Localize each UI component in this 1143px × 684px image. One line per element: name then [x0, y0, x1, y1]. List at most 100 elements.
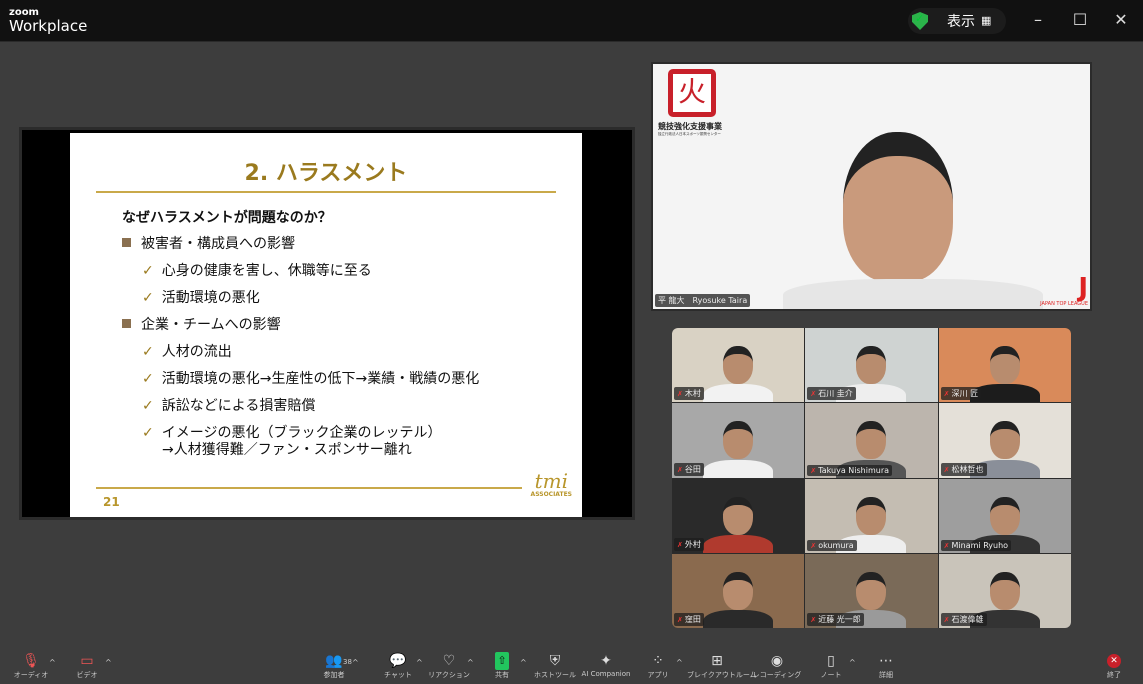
mic-muted-icon: ✗	[810, 466, 817, 475]
participant-face	[856, 421, 887, 460]
options-caret-icon[interactable]: ^	[849, 658, 856, 667]
slide-bullet: →人材獲得難／ファン・スポンサー離れ	[162, 442, 412, 458]
check-icon: ✓	[142, 425, 154, 441]
breakout-rooms-icon: ⊞	[711, 653, 723, 669]
participant-body	[703, 534, 774, 553]
participant-name: ✗ 木村	[674, 387, 704, 401]
title-bar: zoom Workplace 表示 ▦ – ☐ ✕	[0, 0, 1143, 42]
options-caret-icon[interactable]: ^	[352, 658, 359, 667]
check-icon: ✓	[142, 290, 154, 306]
participant-count: 38	[343, 658, 352, 666]
participant-body	[703, 459, 774, 478]
mic-muted-icon: ✗	[943, 465, 950, 474]
participant-face	[723, 421, 754, 460]
jsc-logo: ⽕	[668, 69, 716, 117]
more-button[interactable]: ⋯ 詳細	[856, 652, 916, 680]
participant-face	[989, 421, 1020, 460]
options-caret-icon[interactable]: ^	[676, 658, 683, 667]
end-icon: ✕	[1107, 654, 1121, 668]
end-button[interactable]: ✕ 終了	[1084, 652, 1143, 680]
shared-screen: 2. ハラスメント なぜハラスメントが問題なのか？ 被害者・構成員への影響 ✓ 心身…	[19, 127, 635, 520]
bg-logo-text: 競技強化支援事業	[658, 122, 722, 131]
share-icon: ⇧	[495, 652, 509, 670]
speaker-face	[843, 132, 953, 282]
participant-tile[interactable]: ✗ 石川 圭介	[805, 328, 938, 403]
active-speaker-video[interactable]: ⽕ 競技強化支援事業 独立行政法人日本スポーツ振興センター J JAPAN TOP…	[651, 62, 1092, 311]
mic-muted-icon: ✗	[810, 541, 817, 550]
participant-name: ✗ Takuya Nishimura	[807, 464, 893, 476]
participant-name: ✗ 外村	[674, 537, 704, 551]
slide-question: なぜハラスメントが問題なのか？	[122, 210, 332, 226]
participant-face	[989, 346, 1020, 384]
participant-face	[723, 496, 754, 535]
participant-body	[703, 610, 774, 628]
mic-muted-icon: ✗	[677, 616, 683, 624]
participant-tile[interactable]: ✗ 松林哲也	[938, 403, 1071, 478]
ai-companion-button[interactable]: ✦ AI Companion	[576, 652, 636, 678]
check-icon: ✓	[142, 344, 154, 360]
mic-muted-icon: ✗	[677, 465, 683, 474]
participant-tile[interactable]: ✗ Minami Ryuho	[938, 478, 1071, 553]
participant-name: ✗ 窪田	[674, 613, 704, 626]
options-caret-icon[interactable]: ^	[105, 658, 112, 667]
slide-bullet: ✓ 活動環境の悪化	[142, 290, 260, 306]
mic-muted-icon: ✗	[943, 616, 950, 624]
mic-muted-icon: ✗	[943, 541, 950, 550]
slide-bullet: ✓ 活動環境の悪化→生産性の低下→業績・戦績の悪化	[142, 371, 480, 387]
participant-face	[856, 496, 887, 535]
participant-name: ✗ 深川 匠	[940, 387, 982, 401]
participant-face	[856, 346, 887, 384]
participant-face	[989, 571, 1020, 610]
grid-icon[interactable]: ▦	[981, 14, 991, 27]
close-button[interactable]: ✕	[1109, 10, 1133, 29]
presentation-slide: 2. ハラスメント なぜハラスメントが問題なのか？ 被害者・構成員への影響 ✓ 心身…	[70, 133, 582, 517]
page-number: 21	[103, 495, 120, 509]
participant-name: ✗ 近藤 光一郎	[807, 613, 864, 626]
slide-bullet: ✓ 訴訟などによる損害賠償	[142, 398, 316, 414]
participant-tile[interactable]: ✗ okumura	[805, 478, 938, 553]
participant-tile[interactable]: ✗ 窪田	[672, 553, 805, 628]
check-icon: ✓	[142, 398, 154, 414]
participant-tile[interactable]: ✗ 石渡偉雄	[938, 553, 1071, 628]
participant-tile[interactable]: ✗ 谷田	[672, 403, 805, 478]
participant-face	[723, 346, 754, 384]
recording-button[interactable]: ◉ レコーディング	[747, 652, 807, 680]
mic-muted-icon: ✗	[810, 390, 817, 399]
check-icon: ✓	[142, 263, 154, 279]
slide-bullet: ✓ 人材の流出	[142, 344, 232, 360]
participant-tile[interactable]: ✗ 木村	[672, 328, 805, 403]
participant-name: ✗ 松林哲也	[940, 462, 987, 476]
participant-face	[856, 571, 887, 610]
bg-logo-subtext: 独立行政法人日本スポーツ振興センター	[658, 132, 721, 136]
participant-tile[interactable]: ✗ 深川 匠	[938, 328, 1071, 403]
participant-face	[723, 571, 754, 610]
breakout-button[interactable]: ⊞ ブレイクアウトルーム	[687, 652, 757, 680]
mic-muted-icon: ✗	[677, 540, 683, 549]
participant-gallery: ✗ 木村 ✗ 石川 圭介 ✗ 深川 匠 ✗ 谷田 ✗ Takuya Nishimura ✗ 松林哲也 ✗…	[672, 328, 1071, 628]
record-icon: ◉	[770, 653, 784, 669]
view-label[interactable]: 表示	[947, 11, 975, 31]
tmi-associates-logo: tmi ASSOCIATES	[530, 469, 572, 498]
participant-name: ✗ 石渡偉雄	[940, 613, 987, 626]
zoom-workplace-logo: zoom Workplace	[9, 7, 88, 35]
participant-tile[interactable]: ✗ 近藤 光一郎	[805, 553, 938, 628]
ai-companion-icon: ✦	[600, 653, 612, 669]
participant-name: ✗ okumura	[807, 539, 857, 551]
footer-divider	[96, 487, 522, 489]
slide-title: 2. ハラスメント	[244, 161, 408, 186]
participant-name: ✗ Minami Ryuho	[940, 539, 1012, 551]
options-caret-icon[interactable]: ^	[49, 658, 56, 667]
slide-bullet: 企業・チームへの影響	[122, 314, 281, 334]
participant-tile[interactable]: ✗ Takuya Nishimura	[805, 403, 938, 478]
slide-bullet: 被害者・構成員への影響	[122, 233, 295, 253]
meeting-toolbar: 🎙 オーディオ ^ ▭ ビデオ ^ 👥 参加者 ^ 💬 チャット ^ ♡ リアクション ^ ⇧ 共有 ^ ⛨ ホストツ…	[0, 648, 1143, 684]
maximize-button[interactable]: ☐	[1068, 10, 1092, 29]
mic-muted-icon: ✗	[943, 390, 950, 399]
mic-muted-icon: ✗	[677, 390, 683, 399]
minimize-button[interactable]: –	[1026, 10, 1050, 29]
slide-bullet: ✓ 心身の健康を害し、休職等に至る	[142, 263, 372, 279]
participant-tile[interactable]: ✗ 外村	[672, 478, 805, 553]
check-icon: ✓	[142, 371, 154, 387]
participant-name: ✗ 谷田	[674, 462, 704, 476]
title-divider	[96, 191, 556, 193]
